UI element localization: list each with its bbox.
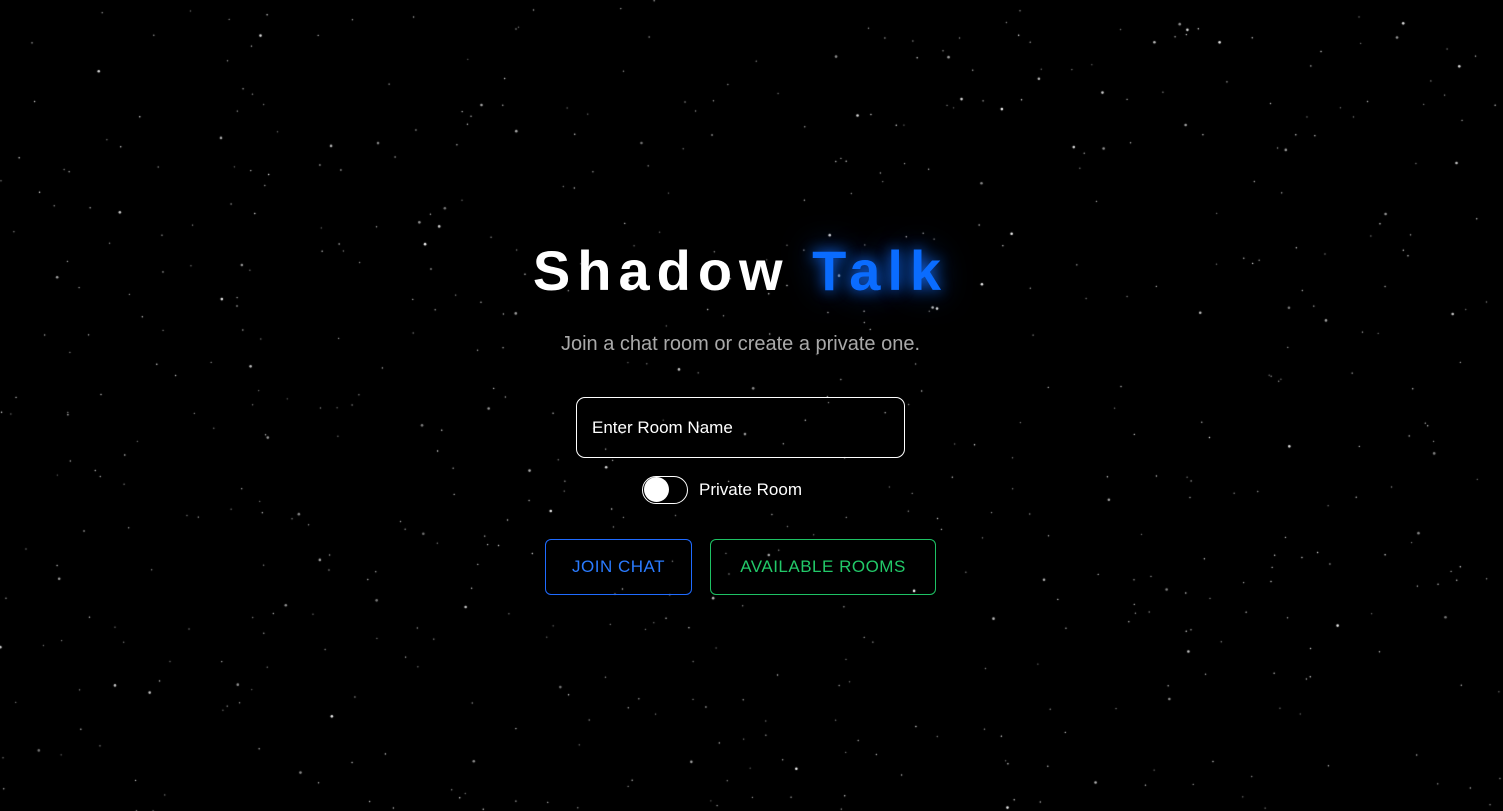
private-room-toggle-row: Private Room xyxy=(642,475,802,505)
available-rooms-button[interactable]: AVAILABLE ROOMS xyxy=(710,539,936,595)
app-title-accent: Talk xyxy=(812,239,949,302)
landing-panel: Shadow Talk Join a chat room or create a… xyxy=(0,0,1503,811)
toggle-knob xyxy=(644,477,669,502)
private-room-label: Private Room xyxy=(699,480,802,499)
room-name-input[interactable] xyxy=(576,397,905,458)
private-room-toggle[interactable] xyxy=(642,476,688,504)
app-subtitle: Join a chat room or create a private one… xyxy=(560,333,921,355)
app-title: Shadow Talk xyxy=(0,238,1481,304)
app-title-main: Shadow xyxy=(532,239,790,302)
join-chat-button[interactable]: JOIN CHAT xyxy=(545,539,692,595)
